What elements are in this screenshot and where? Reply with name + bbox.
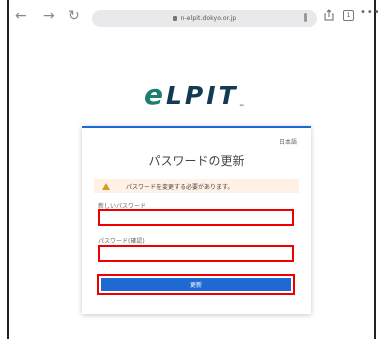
microphone-icon[interactable] xyxy=(304,13,307,22)
confirm-password-label: パスワード(確認) xyxy=(98,238,145,245)
logo-text: LPIT xyxy=(166,81,239,110)
update-button-highlight: 更新 xyxy=(97,274,295,295)
elpit-logo: eLPIT™ xyxy=(144,78,245,111)
address-bar[interactable]: n-elpit.dokyo.or.jp xyxy=(92,10,317,27)
confirm-password-input[interactable] xyxy=(100,250,296,265)
new-password-input[interactable] xyxy=(100,214,296,229)
language-selector[interactable]: 日本語 xyxy=(279,137,297,146)
page-title: パスワードの更新 xyxy=(148,154,245,168)
update-button[interactable]: 更新 xyxy=(101,278,291,291)
warning-icon xyxy=(102,182,110,190)
back-icon[interactable]: ← xyxy=(15,9,27,23)
logo-trademark: ™ xyxy=(238,104,245,111)
tabs-button[interactable]: 1 xyxy=(343,10,354,21)
more-icon[interactable]: ••• xyxy=(360,7,381,18)
new-password-field[interactable] xyxy=(98,209,296,229)
warning-text: パスワードを変更する必要があります。 xyxy=(126,183,234,191)
lock-icon xyxy=(172,16,177,21)
share-icon[interactable] xyxy=(324,9,334,21)
warning-banner: パスワードを変更する必要があります。 xyxy=(94,179,299,193)
confirm-password-field[interactable] xyxy=(98,245,296,265)
forward-icon[interactable]: → xyxy=(43,9,55,23)
reload-icon[interactable]: ↻ xyxy=(68,9,80,23)
logo-e: e xyxy=(144,78,166,111)
address-text: n-elpit.dokyo.or.jp xyxy=(180,15,237,22)
browser-toolbar: ← → ↻ n-elpit.dokyo.or.jp 1 ••• xyxy=(9,0,380,38)
password-update-card: 日本語 パスワードの更新 パスワードを変更する必要があります。 新しいパスワード… xyxy=(82,126,311,314)
